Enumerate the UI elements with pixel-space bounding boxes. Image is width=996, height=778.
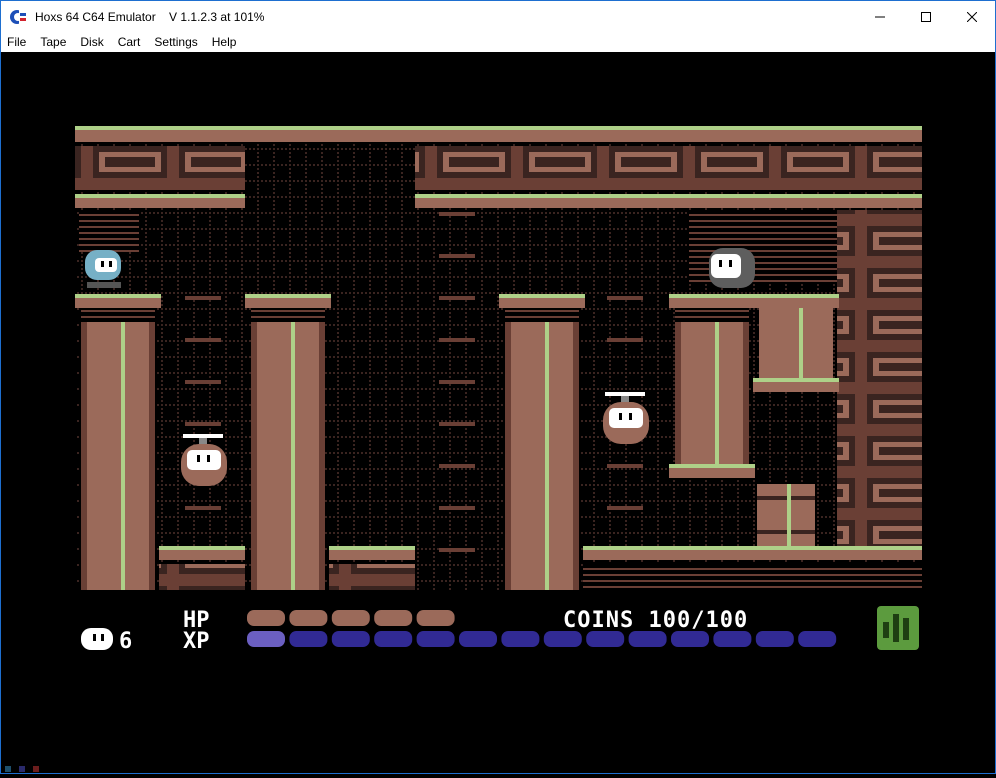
commodore-logo-icon	[9, 7, 27, 26]
menu-file[interactable]: File	[1, 35, 33, 49]
emulator-window: Hoxs 64 C64 Emulator V 1.1.2.3 at 101% F…	[0, 0, 996, 774]
xp-segment	[459, 631, 497, 647]
title-bar: Hoxs 64 C64 Emulator V 1.1.2.3 at 101%	[1, 1, 995, 32]
close-button[interactable]	[949, 1, 995, 32]
xp-segment	[586, 631, 625, 647]
player-character	[85, 250, 121, 288]
maximize-button[interactable]	[903, 1, 949, 32]
hp-bar	[247, 610, 455, 626]
pillar-2	[251, 308, 325, 590]
ceiling-crates-right	[415, 146, 922, 190]
map-icon	[877, 606, 919, 650]
pillar-3	[505, 308, 579, 590]
hp-segment	[374, 610, 413, 626]
hp-segment	[289, 610, 328, 626]
menu-bar: File Tape Disk Cart Settings Help	[1, 32, 995, 52]
xp-segment	[798, 631, 837, 647]
xp-segment	[374, 631, 413, 647]
xp-segment	[501, 631, 540, 647]
pillar-5	[753, 308, 839, 392]
menu-tape[interactable]: Tape	[33, 35, 73, 49]
hud: 6 HP XP COINS 100/100	[81, 606, 919, 654]
hp-segment	[416, 610, 455, 626]
xp-segment	[713, 631, 752, 647]
menu-disk[interactable]: Disk	[73, 35, 110, 49]
game-viewport: 6 HP XP COINS 100/100	[5, 126, 922, 772]
pillar-1	[81, 308, 155, 590]
menu-cart[interactable]: Cart	[111, 35, 148, 49]
xp-segment	[543, 631, 582, 647]
xp-segment	[416, 631, 455, 647]
xp-bar	[247, 631, 837, 647]
enemy-ghost	[709, 248, 755, 288]
xp-segment	[628, 631, 667, 647]
pillar-4	[669, 308, 755, 478]
xp-segment	[247, 631, 285, 647]
menu-help[interactable]: Help	[205, 35, 244, 49]
menu-settings[interactable]: Settings	[147, 35, 204, 49]
hp-segment	[247, 610, 285, 626]
close-icon	[967, 11, 977, 22]
xp-segment	[671, 631, 709, 647]
minimize-button[interactable]	[857, 1, 903, 32]
lives-icon	[81, 628, 113, 650]
hp-segment	[331, 610, 370, 626]
lives-count: 6	[119, 629, 132, 654]
ceiling-crates-left	[75, 146, 245, 190]
emulator-screen[interactable]: 6 HP XP COINS 100/100	[1, 52, 995, 773]
xp-label: XP	[183, 629, 210, 654]
maximize-icon	[921, 11, 931, 22]
barrel	[757, 484, 815, 546]
xp-segment	[755, 631, 794, 647]
window-title: Hoxs 64 C64 Emulator V 1.1.2.3 at 101%	[35, 9, 265, 24]
xp-segment	[289, 631, 328, 647]
coins-counter: COINS 100/100	[563, 608, 748, 633]
xp-segment	[331, 631, 370, 647]
right-wall-crates	[837, 210, 922, 548]
minimize-icon	[875, 16, 885, 17]
